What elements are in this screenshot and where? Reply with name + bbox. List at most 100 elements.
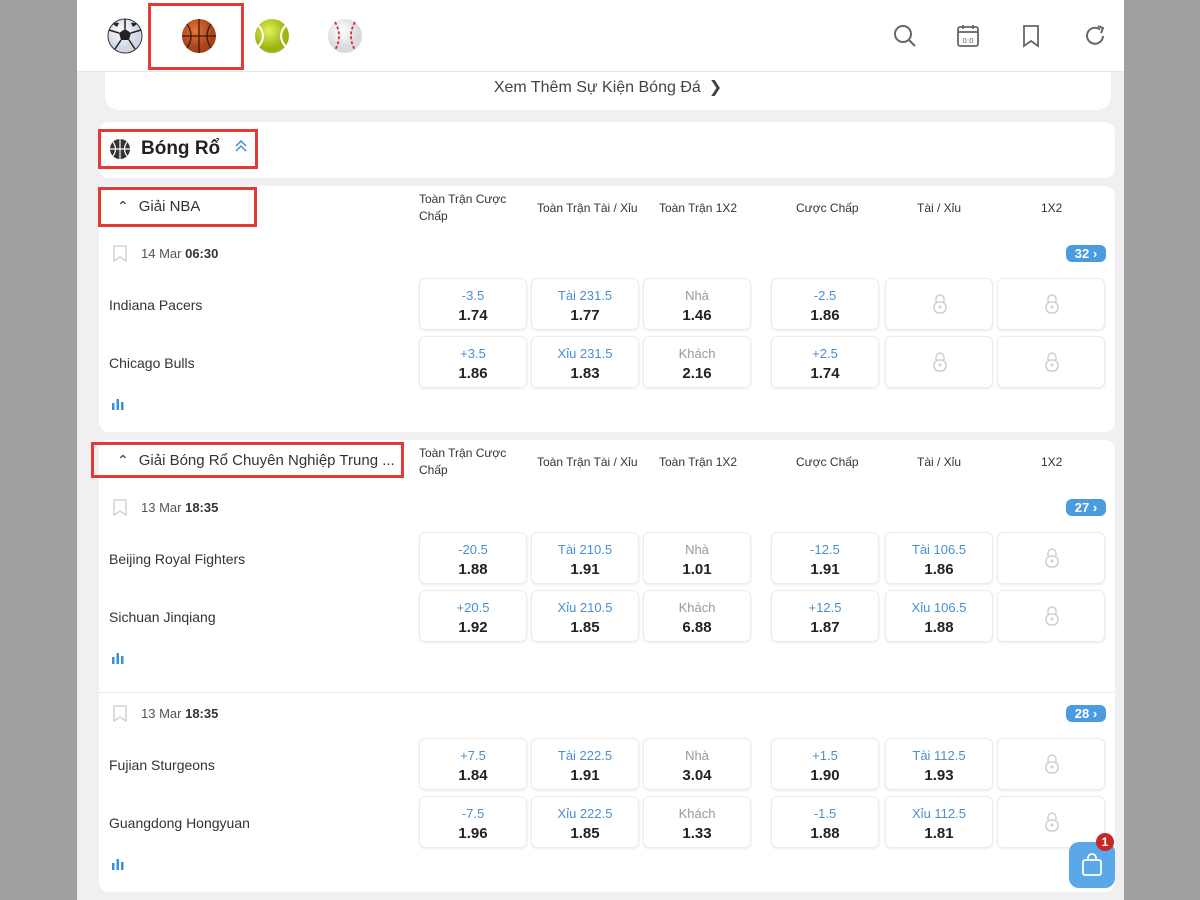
match-row: 13 Mar 18:35 28 › Fujian Sturgeons Guangdon…: [99, 692, 1115, 892]
odds-cell-half-total[interactable]: Tài 106.5 1.86: [885, 532, 993, 584]
sport-tab-tennis[interactable]: [252, 16, 292, 56]
odds-line: Tài 210.5: [557, 542, 613, 557]
odds-value: 1.74: [810, 365, 840, 382]
stats-chart-icon[interactable]: [111, 398, 125, 410]
odds-line: +12.5: [808, 600, 842, 615]
column-header-c4: Cược Chấp: [796, 201, 859, 215]
app-window: 0:0 Xem Thêm Sự Kiện Bóng Đá ❯ Bóng Rổ ⌃ G…: [77, 0, 1124, 900]
odds-line: Nhà: [685, 542, 709, 557]
bet-slip-count-badge: 1: [1096, 833, 1114, 851]
odds-value: 1.83: [570, 365, 600, 382]
odds-value: 1.91: [570, 767, 600, 784]
locked-odds-cell: [997, 590, 1105, 642]
odds-line: Xỉu 210.5: [557, 600, 613, 615]
odds-line: Tài 231.5: [557, 288, 613, 303]
column-header-c1: Toàn Trận Cược Chấp: [419, 192, 507, 223]
shopping-bag-icon: [1082, 853, 1102, 876]
odds-cell-half-handicap[interactable]: +2.5 1.74: [771, 336, 879, 388]
odds-value: 1.74: [458, 307, 488, 324]
odds-cell-half-handicap[interactable]: +12.5 1.87: [771, 590, 879, 642]
highlight-box-basketball: [148, 3, 244, 70]
more-markets-badge[interactable]: 27 ›: [1066, 499, 1106, 516]
away-team-name: Chicago Bulls: [109, 355, 195, 371]
more-events-label: Xem Thêm Sự Kiện Bóng Đá: [493, 79, 701, 96]
results-button[interactable]: 0:0: [954, 22, 982, 50]
divider: [99, 692, 1115, 693]
odds-value: 1.96: [458, 825, 488, 842]
odds-cell-handicap[interactable]: +20.5 1.92: [419, 590, 527, 642]
favorite-bookmark-icon[interactable]: [111, 704, 129, 722]
odds-cell-total[interactable]: Tài 222.5 1.91: [531, 738, 639, 790]
odds-cell-total[interactable]: Tài 210.5 1.91: [531, 532, 639, 584]
column-header-c3: Toàn Trận 1X2: [659, 201, 738, 215]
odds-line: -2.5: [813, 288, 837, 303]
odds-cell-half-handicap[interactable]: +1.5 1.90: [771, 738, 879, 790]
odds-line: Nhà: [685, 288, 709, 303]
scoreboard-calendar-icon: 0:0: [957, 25, 979, 47]
away-team-name: Guangdong Hongyuan: [109, 815, 250, 831]
odds-cell-total[interactable]: Tài 231.5 1.77: [531, 278, 639, 330]
odds-value: 1.77: [570, 307, 600, 324]
svg-text:0:0: 0:0: [962, 37, 973, 45]
odds-value: 1.81: [924, 825, 954, 842]
lock-icon: [1045, 548, 1059, 568]
column-header-c4: Cược Chấp: [796, 455, 859, 469]
column-header-c5: Tài / Xỉu: [917, 201, 962, 215]
odds-cell-half-handicap[interactable]: -12.5 1.91: [771, 532, 879, 584]
odds-value: 1.88: [458, 561, 488, 578]
stats-chart-icon[interactable]: [111, 858, 125, 870]
odds-cell-total[interactable]: Xỉu 222.5 1.85: [531, 796, 639, 848]
refresh-button[interactable]: [1081, 22, 1109, 50]
home-team-name: Fujian Sturgeons: [109, 757, 215, 773]
tennis-ball-icon: [255, 19, 289, 53]
chevron-right-icon: ❯: [708, 79, 723, 96]
odds-cell-1x2[interactable]: Khách 2.16: [643, 336, 751, 388]
odds-value: 1.91: [810, 561, 840, 578]
odds-line: +2.5: [812, 346, 838, 361]
odds-value: 1.93: [924, 767, 954, 784]
sport-tab-baseball[interactable]: [325, 16, 365, 56]
home-team-name: Indiana Pacers: [109, 297, 203, 313]
odds-line: -20.5: [458, 542, 488, 557]
odds-cell-half-handicap[interactable]: -1.5 1.88: [771, 796, 879, 848]
column-header-c6: 1X2: [1041, 455, 1063, 469]
more-events-link[interactable]: Xem Thêm Sự Kiện Bóng Đá ❯: [105, 72, 1111, 110]
odds-cell-handicap[interactable]: -20.5 1.88: [419, 532, 527, 584]
odds-cell-total[interactable]: Xỉu 231.5 1.83: [531, 336, 639, 388]
favorite-bookmark-icon[interactable]: [111, 498, 129, 516]
match-row: 14 Mar 06:30 32 › Indiana Pacers Chicago Bu…: [99, 242, 1115, 432]
odds-cell-half-total[interactable]: Xỉu 106.5 1.88: [885, 590, 993, 642]
odds-cell-handicap[interactable]: +7.5 1.84: [419, 738, 527, 790]
more-markets-badge[interactable]: 28 ›: [1066, 705, 1106, 722]
locked-odds-cell: [997, 336, 1105, 388]
odds-cell-1x2[interactable]: Khách 6.88: [643, 590, 751, 642]
match-datetime: 13 Mar 18:35: [141, 500, 219, 515]
odds-cell-handicap[interactable]: -7.5 1.96: [419, 796, 527, 848]
odds-cell-1x2[interactable]: Nhà 3.04: [643, 738, 751, 790]
odds-value: 1.90: [810, 767, 840, 784]
odds-cell-handicap[interactable]: +3.5 1.86: [419, 336, 527, 388]
odds-value: 1.88: [924, 619, 954, 636]
sport-tab-soccer[interactable]: [105, 16, 145, 56]
favorite-bookmark-icon[interactable]: [111, 244, 129, 262]
odds-cell-half-total[interactable]: Tài 112.5 1.93: [885, 738, 993, 790]
odds-cell-1x2[interactable]: Nhà 1.46: [643, 278, 751, 330]
stats-chart-icon[interactable]: [111, 652, 125, 664]
odds-cell-half-total[interactable]: Xỉu 112.5 1.81: [885, 796, 993, 848]
odds-value: 3.04: [682, 767, 712, 784]
odds-value: 1.87: [810, 619, 840, 636]
bookmark-button[interactable]: [1017, 22, 1045, 50]
odds-cell-1x2[interactable]: Nhà 1.01: [643, 532, 751, 584]
odds-cell-total[interactable]: Xỉu 210.5 1.85: [531, 590, 639, 642]
lock-icon: [1045, 606, 1059, 626]
search-button[interactable]: [891, 22, 919, 50]
odds-cell-1x2[interactable]: Khách 1.33: [643, 796, 751, 848]
odds-cell-handicap[interactable]: -3.5 1.74: [419, 278, 527, 330]
more-markets-badge[interactable]: 32 ›: [1066, 245, 1106, 262]
odds-line: -12.5: [810, 542, 840, 557]
baseball-icon: [328, 19, 362, 53]
odds-line: +7.5: [460, 748, 486, 763]
locked-odds-cell: [885, 336, 993, 388]
odds-cell-half-handicap[interactable]: -2.5 1.86: [771, 278, 879, 330]
odds-line: Tài 106.5: [911, 542, 967, 557]
